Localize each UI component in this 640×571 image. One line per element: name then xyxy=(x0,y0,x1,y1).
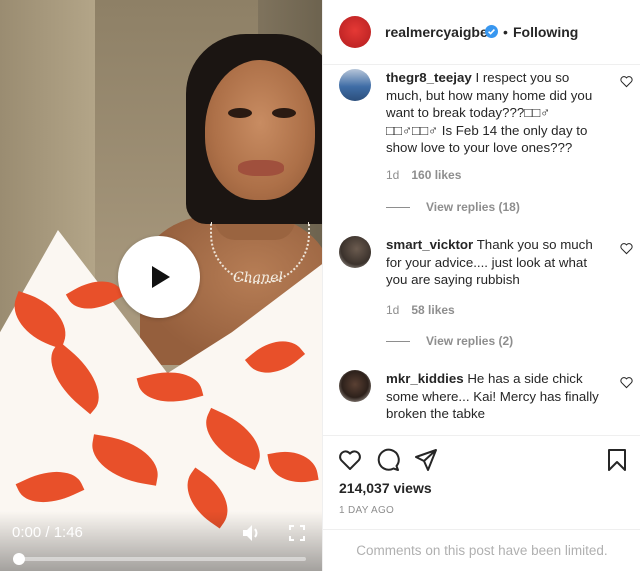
following-button[interactable]: Following xyxy=(513,24,578,40)
video-scrubber[interactable] xyxy=(13,553,25,565)
person-eye xyxy=(228,108,252,118)
comment-bubble-icon[interactable] xyxy=(376,448,400,472)
view-replies-label[interactable]: View replies (2) xyxy=(426,334,513,348)
divider-line xyxy=(386,341,410,343)
divider-line xyxy=(386,207,410,209)
comment-meta: 1d 58 likes xyxy=(386,303,455,317)
play-button[interactable] xyxy=(118,236,200,318)
post-username[interactable]: realmercyaigbe xyxy=(385,24,488,40)
video-time: 0:00 / 1:46 xyxy=(12,524,83,541)
video-controls-bar xyxy=(0,511,322,571)
fullscreen-icon[interactable] xyxy=(289,525,305,541)
like-heart-icon[interactable] xyxy=(620,376,633,389)
comment-avatar[interactable] xyxy=(339,236,371,268)
comment-body: mkr_kiddies He has a side chick some whe… xyxy=(386,370,601,423)
view-count[interactable]: 214,037 views xyxy=(339,480,432,496)
comment-age: 1d xyxy=(386,303,400,317)
comment-username[interactable]: thegr8_teejay xyxy=(386,70,472,85)
view-replies-link[interactable]: View replies (18) xyxy=(386,200,520,214)
comment-username[interactable]: smart_vicktor xyxy=(386,237,473,252)
comment-username[interactable]: mkr_kiddies xyxy=(386,371,464,386)
share-paper-plane-icon[interactable] xyxy=(414,448,438,472)
person-face xyxy=(205,60,315,200)
save-bookmark-icon[interactable] xyxy=(605,448,629,472)
video-player[interactable]: Chanel 0:00 / 1:46 xyxy=(0,0,322,571)
like-heart-icon[interactable] xyxy=(620,242,633,255)
post-panel: realmercyaigbe • Following thegr8_teejay… xyxy=(322,0,640,571)
separator-dot: • xyxy=(503,24,508,40)
view-replies-link[interactable]: View replies (2) xyxy=(386,334,513,348)
comment-body: smart_vicktor Thank you so much for your… xyxy=(386,236,601,289)
video-progress-track[interactable] xyxy=(16,557,306,561)
person-eye xyxy=(272,108,296,118)
comment-avatar[interactable] xyxy=(339,370,371,402)
avatar[interactable] xyxy=(339,16,371,48)
necklace-pendant: Chanel xyxy=(233,270,283,286)
like-heart-icon[interactable] xyxy=(620,75,633,88)
comment-body: thegr8_teejay I respect you so much, but… xyxy=(386,69,601,157)
person-lips xyxy=(238,160,284,176)
post-header: realmercyaigbe • Following xyxy=(323,0,640,65)
comment-likes[interactable]: 58 likes xyxy=(411,303,454,317)
comment-age: 1d xyxy=(386,168,400,182)
like-heart-icon[interactable] xyxy=(338,448,362,472)
post-actions: 214,037 views 1 DAY AGO Comments on this… xyxy=(323,435,640,571)
volume-icon[interactable] xyxy=(241,523,263,543)
comments-limited-notice: Comments on this post have been limited. xyxy=(323,529,640,571)
verified-badge-icon xyxy=(485,25,498,38)
play-icon xyxy=(152,266,170,288)
comment-meta: 1d 160 likes xyxy=(386,168,461,182)
view-replies-label[interactable]: View replies (18) xyxy=(426,200,520,214)
comment-avatar[interactable] xyxy=(339,69,371,101)
comment-likes[interactable]: 160 likes xyxy=(411,168,461,182)
post-date: 1 DAY AGO xyxy=(339,505,395,516)
